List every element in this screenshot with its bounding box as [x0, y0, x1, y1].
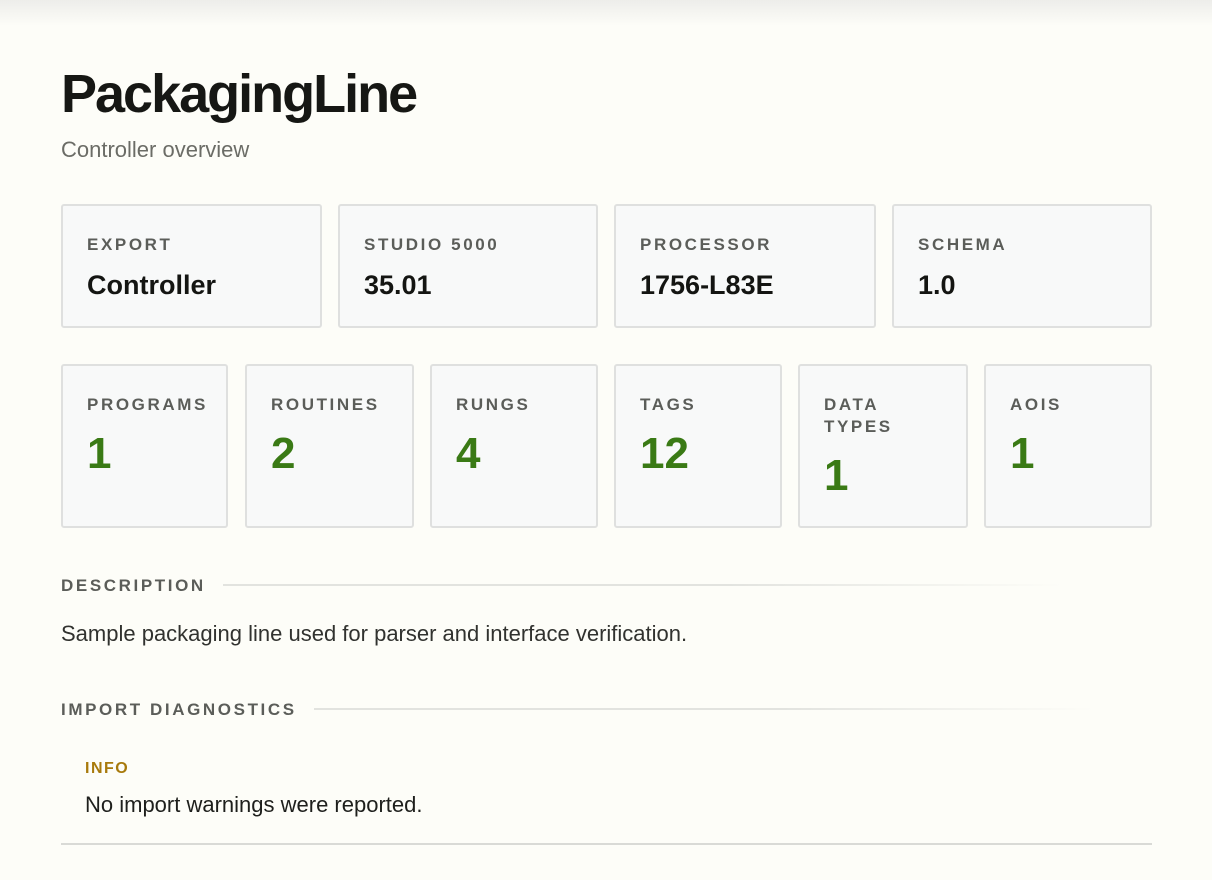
stat-routines-value: 2 — [271, 429, 296, 478]
schema-value: 1.0 — [918, 270, 956, 300]
stat-aois-value: 1 — [1010, 429, 1035, 478]
schema-card: SCHEMA 1.0 — [892, 204, 1152, 328]
processor-value: 1756-L83E — [640, 270, 774, 300]
stat-aois-label: AOIS — [1010, 395, 1062, 414]
description-text: Sample packaging line used for parser an… — [61, 621, 688, 646]
stat-data-types: DATA TYPES 1 — [798, 364, 968, 528]
stat-tags-value: 12 — [640, 429, 689, 478]
description-heading: DESCRIPTION — [61, 576, 206, 595]
stat-programs-value: 1 — [87, 429, 112, 478]
stat-programs-label: PROGRAMS — [87, 395, 208, 414]
stat-aois: AOIS 1 — [984, 364, 1152, 528]
top-shade — [0, 0, 1212, 26]
processor-label: PROCESSOR — [640, 235, 773, 254]
page-title: PackagingLine — [61, 64, 418, 124]
export-value: Controller — [87, 270, 217, 300]
stat-routines: ROUTINES 2 — [245, 364, 414, 528]
diagnostic-level-badge: INFO — [85, 760, 130, 777]
stat-rungs-label: RUNGS — [456, 395, 531, 414]
export-card: EXPORT Controller — [61, 204, 322, 328]
stat-data-types-label: DATA TYPES — [824, 395, 893, 436]
studio-version-label: STUDIO 5000 — [364, 235, 500, 254]
stat-tags: TAGS 12 — [614, 364, 782, 528]
studio-version-value: 35.01 — [364, 270, 432, 300]
diagnostics-bottom-divider — [61, 843, 1152, 845]
stat-routines-label: ROUTINES — [271, 395, 380, 414]
stat-rungs-value: 4 — [456, 429, 481, 478]
schema-label: SCHEMA — [918, 235, 1008, 254]
processor-card: PROCESSOR 1756-L83E — [614, 204, 876, 328]
diagnostic-message: No import warnings were reported. — [85, 792, 423, 817]
stat-programs: PROGRAMS 1 — [61, 364, 228, 528]
page-subtitle: Controller overview — [61, 137, 250, 162]
stat-data-types-value: 1 — [824, 451, 849, 500]
stat-rungs: RUNGS 4 — [430, 364, 598, 528]
import-diagnostics-heading: IMPORT DIAGNOSTICS — [61, 700, 297, 719]
export-label: EXPORT — [87, 235, 173, 254]
import-diagnostics-divider — [314, 708, 1094, 710]
studio-version-card: STUDIO 5000 35.01 — [338, 204, 598, 328]
stat-tags-label: TAGS — [640, 395, 697, 414]
description-divider — [223, 584, 1063, 586]
